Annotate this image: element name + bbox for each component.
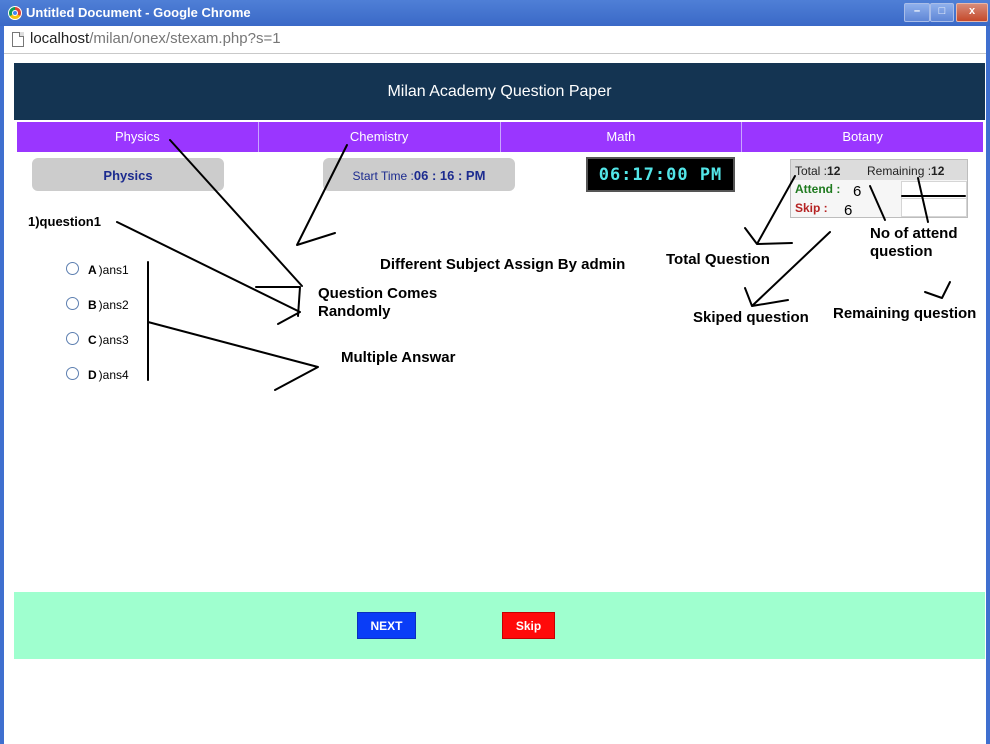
annotation-remaining: Remaining question [833,305,977,322]
stat-remaining-label: Remaining : [867,164,932,178]
annotation-skiped: Skiped question [693,309,809,326]
page-title: Milan Academy Question Paper [14,63,985,120]
tab-math[interactable]: Math [500,122,743,152]
annotation-subject-assign: Different Subject Assign By admin [380,256,626,273]
page-icon [12,32,24,47]
window-border-left [0,26,4,744]
chrome-logo-icon [8,6,22,20]
window-title: Untitled Document - Google Chrome [26,5,251,20]
tab-botany[interactable]: Botany [742,122,983,152]
radio-button[interactable] [66,262,79,275]
annotation-random: Question Comes Randomly [318,285,437,321]
url-text[interactable]: localhost/milan/onex/stexam.php?s=1 [30,30,281,47]
stat-remaining-value: 12 [931,164,945,178]
radio-button[interactable] [66,332,79,345]
stat-remaining: Remaining :12 [867,164,944,178]
start-time: Start Time :06 : 16 : PM [323,158,515,191]
address-bar[interactable]: localhost/milan/onex/stexam.php?s=1 [4,26,986,54]
option-letter: C [88,333,97,347]
annotation-attend: No of attend question [870,225,958,261]
option-text: )ans4 [98,368,129,382]
start-time-value: 06 : 16 : PM [413,168,486,183]
window-titlebar: Untitled Document - Google Chrome – □ x [0,0,990,26]
annotation-random-line1: Question Comes [318,285,438,302]
tab-chemistry[interactable]: Chemistry [258,122,501,152]
option-letter: A [88,263,97,277]
option-a[interactable]: A)ans1 [66,262,129,277]
option-d[interactable]: D)ans4 [66,367,129,382]
current-subject-label: Physics [32,158,224,191]
annotation-attend-line2: question [870,243,933,260]
arrow-remaining-tick [924,281,951,299]
stat-attend-label: Attend : [795,182,841,196]
option-letter: B [88,298,97,312]
option-text: )ans2 [98,298,129,312]
radio-button[interactable] [66,297,79,310]
maximize-button[interactable]: □ [930,3,954,22]
option-text: )ans3 [98,333,129,347]
option-letter: D [88,368,97,382]
arrow-skip [744,231,831,307]
annotation-total-question: Total Question [666,251,770,268]
stat-skip-label: Skip : [795,201,828,215]
stat-total-value: 12 [827,164,841,178]
stat-skip-value: 6 [844,202,853,219]
stats-panel: Total :12 Remaining :12 Attend : Skip : [790,159,968,218]
next-button[interactable]: NEXT [357,612,416,639]
stat-attend-value: 6 [853,183,862,200]
option-text: )ans1 [98,263,129,277]
option-b[interactable]: B)ans2 [66,297,129,312]
window-border-right [986,26,990,744]
annotation-random-line2: Randomly [318,303,391,320]
url-host: localhost [30,30,90,47]
arrow-total [744,175,796,245]
arrow-multiple [147,321,319,391]
stat-total: Total :12 [795,164,840,178]
stat-total-label: Total : [795,164,828,178]
minimize-button[interactable]: – [904,3,930,22]
option-c[interactable]: C)ans3 [66,332,129,347]
timer-clock: 06:17:00 PM [586,157,735,192]
footer-bar [14,592,985,659]
url-path: /milan/onex/stexam.php?s=1 [89,30,281,47]
arrow-question-to-random [116,221,301,325]
annotation-multiple: Multiple Answar [341,349,456,366]
subject-tabs: Physics Chemistry Math Botany [17,122,983,152]
close-button[interactable]: x [956,3,988,22]
skip-button[interactable]: Skip [502,612,555,639]
start-time-label: Start Time : [352,169,414,183]
bracket-random [255,286,301,317]
annotation-attend-line1: No of attend [870,225,958,242]
tab-physics[interactable]: Physics [17,122,259,152]
question-text: 1)question1 [28,214,101,229]
radio-button[interactable] [66,367,79,380]
stat-cell [901,198,967,217]
